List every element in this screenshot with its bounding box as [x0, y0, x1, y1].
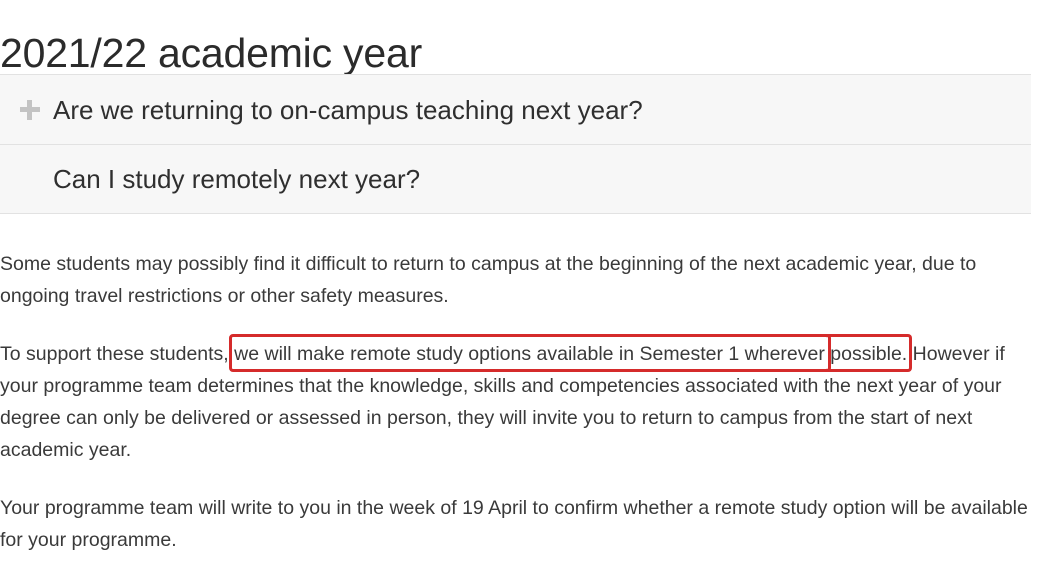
- plus-icon-vertical-bar: [27, 99, 32, 120]
- paragraph-remote-study-options: To support these students, we will make …: [0, 338, 1030, 466]
- accordion-item-label: Can I study remotely next year?: [53, 164, 421, 194]
- paragraph-programme-team-confirmation: Your programme team will write to you in…: [0, 497, 1028, 551]
- plus-icon[interactable]: [19, 99, 41, 121]
- faq-accordion: Are we returning to on-campus teaching n…: [0, 74, 1031, 214]
- annotation-highlight-remote-study: we will make remote study options availa…: [234, 343, 825, 365]
- accordion-item-study-remotely[interactable]: Can I study remotely next year?: [0, 144, 1031, 213]
- paragraph-lead-text: To support these students,: [0, 343, 235, 365]
- accordion-item-returning-to-campus[interactable]: Are we returning to on-campus teaching n…: [0, 75, 1031, 144]
- accordion-item-label: Are we returning to on-campus teaching n…: [53, 94, 643, 125]
- answer-content: Some students may possibly find it diffi…: [0, 248, 1030, 556]
- paragraph-travel-restrictions: Some students may possibly find it diffi…: [0, 253, 977, 307]
- annotation-highlight-possible: possible.: [830, 343, 908, 365]
- page-root: 2021/22 academic year Are we returning t…: [0, 0, 1037, 562]
